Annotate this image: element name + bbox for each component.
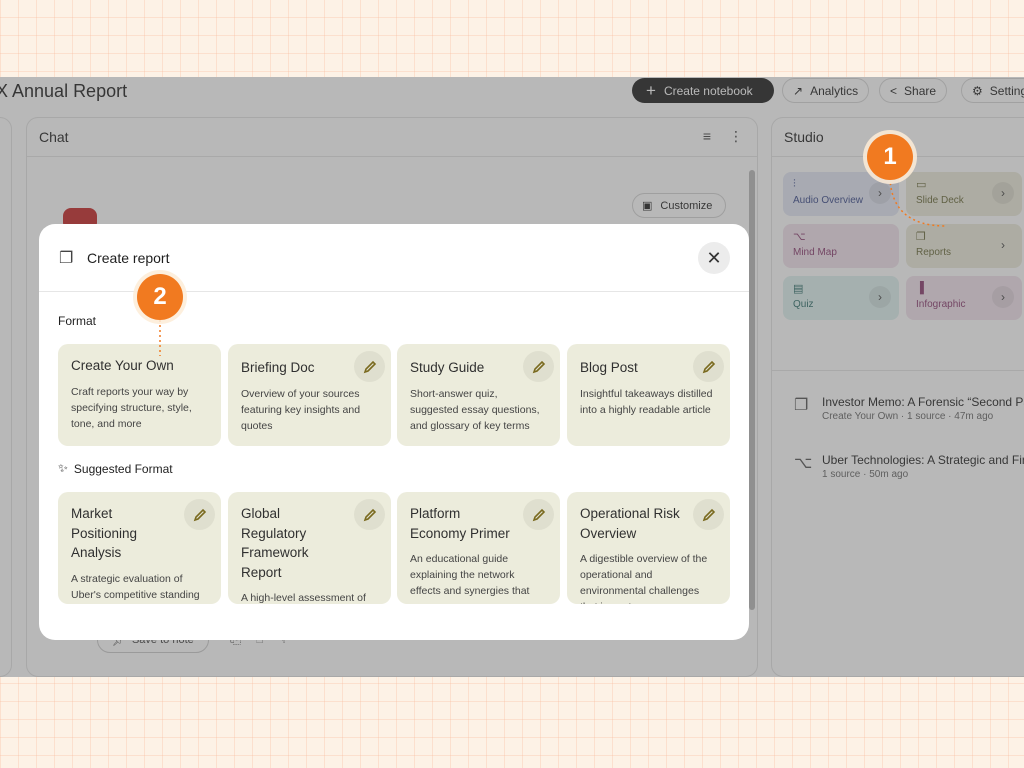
suggested-card-market-positioning[interactable]: Market Positioning Analysis A strategic …	[58, 492, 221, 604]
card-description: A strategic evaluation of Uber's competi…	[71, 572, 200, 601]
close-icon: ✕	[706, 247, 722, 268]
card-description: A digestible overview of the operational…	[580, 553, 708, 604]
step-1-leader-line	[889, 177, 947, 227]
edit-pencil-icon[interactable]	[693, 499, 724, 530]
edit-pencil-icon[interactable]	[693, 351, 724, 382]
card-description: Insightful takeaways distilled into a hi…	[580, 387, 713, 416]
suggested-card-operational-risk[interactable]: Operational Risk Overview A digestible o…	[567, 492, 730, 604]
close-button[interactable]: ✕	[698, 242, 730, 274]
format-card-blog-post[interactable]: Blog Post Insightful takeaways distilled…	[567, 344, 730, 446]
edit-pencil-icon[interactable]	[354, 351, 385, 382]
card-description: Craft reports your way by specifying str…	[71, 385, 192, 430]
format-card-briefing-doc[interactable]: Briefing Doc Overview of your sources fe…	[228, 344, 391, 446]
suggested-card-platform-economy[interactable]: Platform Economy Primer An educational g…	[397, 492, 560, 604]
edit-pencil-icon[interactable]	[523, 351, 554, 382]
card-description: A high-level assessment of	[241, 592, 366, 604]
card-title: Create Your Own	[71, 358, 174, 373]
create-report-icon: ❐	[59, 250, 74, 267]
edit-pencil-icon[interactable]	[523, 499, 554, 530]
suggested-format-section-label: ✨︎ Suggested Format	[58, 461, 173, 476]
format-card-study-guide[interactable]: Study Guide Short-answer quiz, suggested…	[397, 344, 560, 446]
card-description: An educational guide explaining the netw…	[410, 553, 530, 604]
dialog-title: Create report	[87, 250, 170, 266]
card-description: Overview of your sources featuring key i…	[241, 387, 361, 432]
format-section-label: Format	[58, 314, 97, 328]
edit-pencil-icon[interactable]	[354, 499, 385, 530]
step-2-badge: 2	[137, 274, 183, 320]
edit-pencil-icon[interactable]	[184, 499, 215, 530]
step-1-badge: 1	[867, 134, 913, 180]
card-description: Short-answer quiz, suggested essay quest…	[410, 387, 540, 432]
format-card-create-your-own[interactable]: Create Your Own Craft reports your way b…	[58, 344, 221, 446]
magic-wand-icon: ✨︎	[58, 461, 68, 475]
suggested-format-label: Suggested Format	[73, 461, 173, 476]
suggested-card-global-regulatory[interactable]: Global Regulatory Framework Report A hig…	[228, 492, 391, 604]
step-2-leader-line	[159, 320, 161, 356]
